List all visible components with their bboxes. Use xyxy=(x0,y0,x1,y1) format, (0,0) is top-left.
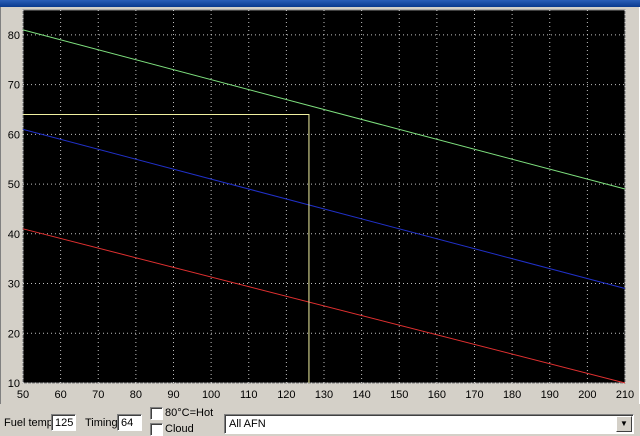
x-tick-label: 100 xyxy=(202,389,220,401)
x-tick-label: 190 xyxy=(541,389,559,401)
y-tick-label: 50 xyxy=(8,179,20,191)
x-tick-label: 60 xyxy=(55,389,67,401)
y-tick-label: 40 xyxy=(8,229,20,241)
afn-select-value: All AFN xyxy=(229,418,266,430)
y-tick-label: 20 xyxy=(8,328,20,340)
timing-chart: 10 20 30 40 50 60 70 80 50 60 70 80 90 100 110 120 130 14… xyxy=(0,7,640,404)
chevron-down-icon[interactable]: ▼ xyxy=(616,416,632,432)
x-tick-label: 70 xyxy=(92,389,104,401)
fuel-temp-label: Fuel temp xyxy=(4,417,53,429)
x-tick-label: 90 xyxy=(167,389,179,401)
x-tick-label: 120 xyxy=(277,389,295,401)
afn-select[interactable]: All AFN ▼ xyxy=(224,414,634,434)
timing-label: Timing xyxy=(85,417,118,429)
x-tick-label: 170 xyxy=(465,389,483,401)
x-tick-label: 110 xyxy=(240,389,258,401)
x-tick-label: 160 xyxy=(428,389,446,401)
chart-svg: 102030405060708050 60 70 80 90 100 110 120 130 14… xyxy=(8,9,634,401)
window-titlebar xyxy=(0,0,640,7)
x-tick-label: 200 xyxy=(578,389,596,401)
controls-bar: Fuel temp 125 Timing 64 80°C=Hot Cloud A… xyxy=(0,404,640,436)
plot-background xyxy=(22,9,626,384)
y-tick-label: 80 xyxy=(8,30,20,42)
hot-checkbox[interactable] xyxy=(150,407,163,420)
x-tick-label: 130 xyxy=(315,389,333,401)
x-tick-label: 50 xyxy=(17,389,29,401)
x-tick-label: 210 xyxy=(616,389,634,401)
fuel-temp-input[interactable]: 125 xyxy=(51,414,76,431)
x-tick-label: 180 xyxy=(503,389,521,401)
y-tick-label: 30 xyxy=(8,279,20,291)
y-tick-label: 60 xyxy=(8,129,20,141)
cloud-checkbox-label: Cloud xyxy=(165,423,194,435)
x-tick-label: 80 xyxy=(130,389,142,401)
y-tick-label: 70 xyxy=(8,80,20,92)
hot-checkbox-label: 80°C=Hot xyxy=(165,407,214,419)
timing-input[interactable]: 64 xyxy=(117,414,142,431)
cloud-checkbox[interactable] xyxy=(150,423,163,436)
x-tick-label: 150 xyxy=(390,389,408,401)
x-tick-label: 140 xyxy=(352,389,370,401)
